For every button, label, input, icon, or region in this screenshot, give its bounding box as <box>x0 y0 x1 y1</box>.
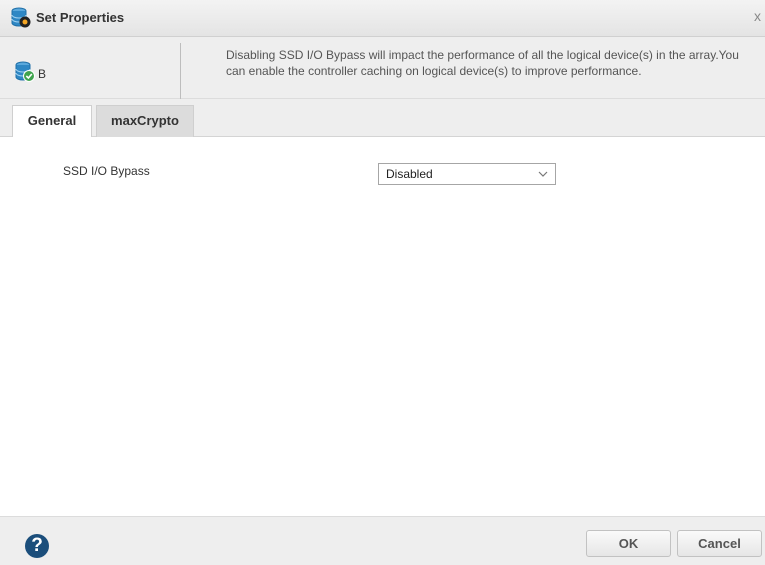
close-icon[interactable]: x <box>754 8 761 24</box>
tab-general[interactable]: General <box>12 105 92 138</box>
dialog-title: Set Properties <box>36 10 125 25</box>
cancel-button[interactable]: Cancel <box>677 530 762 557</box>
header-divider <box>180 43 181 99</box>
ssd-io-bypass-label: SSD I/O Bypass <box>63 164 150 178</box>
ssd-io-bypass-select[interactable]: Disabled <box>378 163 556 185</box>
device-name: B <box>38 67 47 81</box>
general-tab-panel: SSD I/O Bypass Disabled <box>0 137 765 516</box>
ok-button[interactable]: OK <box>586 530 671 557</box>
dialog-footer: ? OK Cancel <box>0 516 765 565</box>
tab-maxcrypto[interactable]: maxCrypto <box>96 105 194 137</box>
help-icon[interactable]: ? <box>25 534 49 558</box>
info-message: Disabling SSD I/O Bypass will impact the… <box>226 48 739 78</box>
tab-strip: General maxCrypto <box>0 99 765 138</box>
chevron-down-icon <box>538 171 548 177</box>
info-header: B Disabling SSD I/O Bypass will impact t… <box>0 37 765 99</box>
ssd-io-bypass-value: Disabled <box>386 167 433 181</box>
database-check-icon <box>15 61 35 82</box>
database-settings-icon <box>11 7 31 28</box>
dialog-titlebar: Set Properties x <box>0 0 765 37</box>
